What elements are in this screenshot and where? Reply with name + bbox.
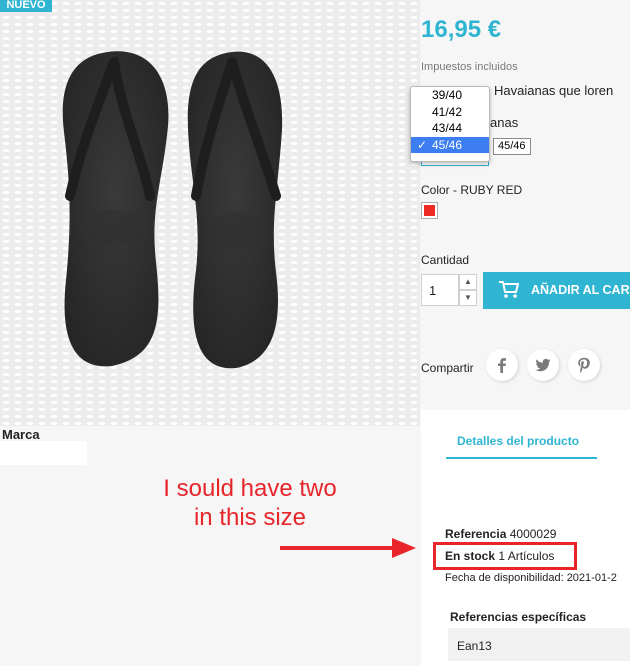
flip-flops-image bbox=[62, 51, 283, 369]
availability-date: Fecha de disponibilidad: 2021-01-2 bbox=[445, 572, 617, 584]
size-tooltip: 45/46 bbox=[493, 138, 531, 155]
quantity-increase-button[interactable]: ▲ bbox=[459, 274, 477, 290]
ean-label: Ean13 bbox=[457, 639, 492, 653]
reference-value: 4000029 bbox=[509, 527, 557, 541]
brand-logo-box bbox=[0, 441, 87, 465]
color-swatch-fill bbox=[424, 205, 435, 216]
reference-row: Referencia 4000029 bbox=[445, 527, 556, 541]
quantity-label: Cantidad bbox=[421, 253, 470, 267]
product-description: Havaianas que loren bbox=[494, 83, 614, 98]
annotation-line-2: in this size bbox=[193, 504, 307, 531]
annotation-text: I sould have two in this size bbox=[130, 474, 370, 532]
size-option[interactable]: 39/40 bbox=[411, 87, 489, 104]
annotation-arrow-icon bbox=[280, 538, 416, 558]
tab-active-indicator bbox=[446, 457, 597, 459]
color-swatch[interactable] bbox=[421, 202, 438, 219]
specific-references-label: Referencias específicas bbox=[450, 610, 587, 624]
twitter-share-button[interactable] bbox=[527, 349, 559, 381]
add-to-cart-button[interactable]: AÑADIR AL CARRITO bbox=[483, 272, 630, 309]
tab-product-details[interactable]: Detalles del producto bbox=[457, 434, 579, 448]
add-to-cart-label: AÑADIR AL CARRITO bbox=[531, 283, 630, 297]
size-option[interactable]: 43/44 bbox=[411, 120, 489, 137]
reference-label: Referencia bbox=[445, 527, 507, 541]
new-badge: NUEVO bbox=[0, 0, 52, 12]
size-option[interactable]: 41/42 bbox=[411, 104, 489, 121]
brand-label: Marca bbox=[2, 427, 40, 442]
pinterest-share-button[interactable] bbox=[568, 349, 600, 381]
size-label-fragment: anas bbox=[490, 115, 519, 130]
checkmark-icon: ✓ bbox=[417, 137, 428, 152]
pinterest-icon bbox=[578, 357, 590, 373]
quantity-decrease-button[interactable]: ▼ bbox=[459, 290, 477, 306]
facebook-share-button[interactable] bbox=[486, 349, 518, 381]
color-label: Color - RUBY RED bbox=[421, 183, 523, 197]
stock-highlight-box bbox=[433, 542, 577, 570]
annotation-line-1: I sould have two bbox=[163, 475, 337, 502]
product-price: 16,95 € bbox=[421, 16, 502, 43]
share-label: Compartir bbox=[421, 361, 474, 375]
twitter-icon bbox=[535, 358, 551, 372]
facebook-icon bbox=[498, 358, 506, 373]
size-dropdown[interactable]: 39/40 41/42 43/44 ✓ 45/46 bbox=[410, 86, 490, 162]
quantity-input[interactable]: 1 bbox=[421, 274, 459, 306]
cart-icon bbox=[499, 281, 519, 298]
tax-note: Impuestos incluidos bbox=[421, 61, 518, 73]
product-image bbox=[0, 0, 420, 426]
size-option-selected[interactable]: ✓ 45/46 bbox=[411, 136, 489, 153]
